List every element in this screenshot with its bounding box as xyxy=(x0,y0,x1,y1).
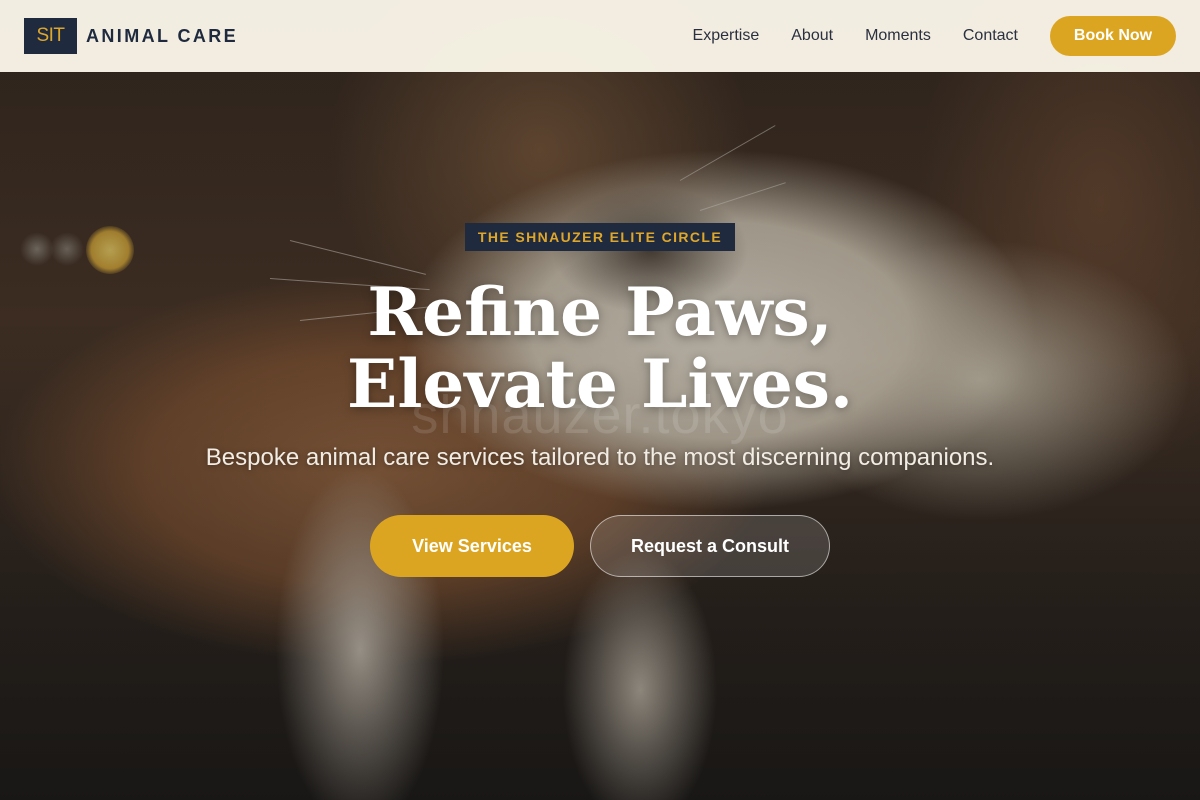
nav-link-moments[interactable]: Moments xyxy=(865,27,931,45)
logo-mark: SIT xyxy=(24,18,77,54)
brand-logo[interactable]: SIT ANIMAL CARE xyxy=(24,18,238,54)
hero-headline: Refine Paws, Elevate Lives. xyxy=(0,276,1200,420)
book-now-button[interactable]: Book Now xyxy=(1050,16,1176,56)
view-services-button[interactable]: View Services xyxy=(370,515,574,577)
brand-name: ANIMAL CARE xyxy=(86,25,239,46)
headline-line-1: Refine Paws, xyxy=(367,273,833,351)
hero-section: THE SHNAUZER ELITE CIRCLE shnauzer.tokyo… xyxy=(0,0,1200,800)
nav-link-about[interactable]: About xyxy=(791,27,833,45)
landing-page: SIT ANIMAL CARE Expertise About Moments … xyxy=(0,0,1200,800)
request-consult-button[interactable]: Request a Consult xyxy=(590,515,830,577)
site-header: SIT ANIMAL CARE Expertise About Moments … xyxy=(0,0,1200,72)
nav-link-expertise[interactable]: Expertise xyxy=(693,27,760,45)
hero-badge: THE SHNAUZER ELITE CIRCLE xyxy=(465,223,735,251)
main-nav: Expertise About Moments Contact xyxy=(661,0,1018,72)
nav-link-contact[interactable]: Contact xyxy=(963,27,1018,45)
hero-subtitle: Bespoke animal care services tailored to… xyxy=(205,444,995,471)
headline-line-2: Elevate Lives. xyxy=(347,345,853,423)
